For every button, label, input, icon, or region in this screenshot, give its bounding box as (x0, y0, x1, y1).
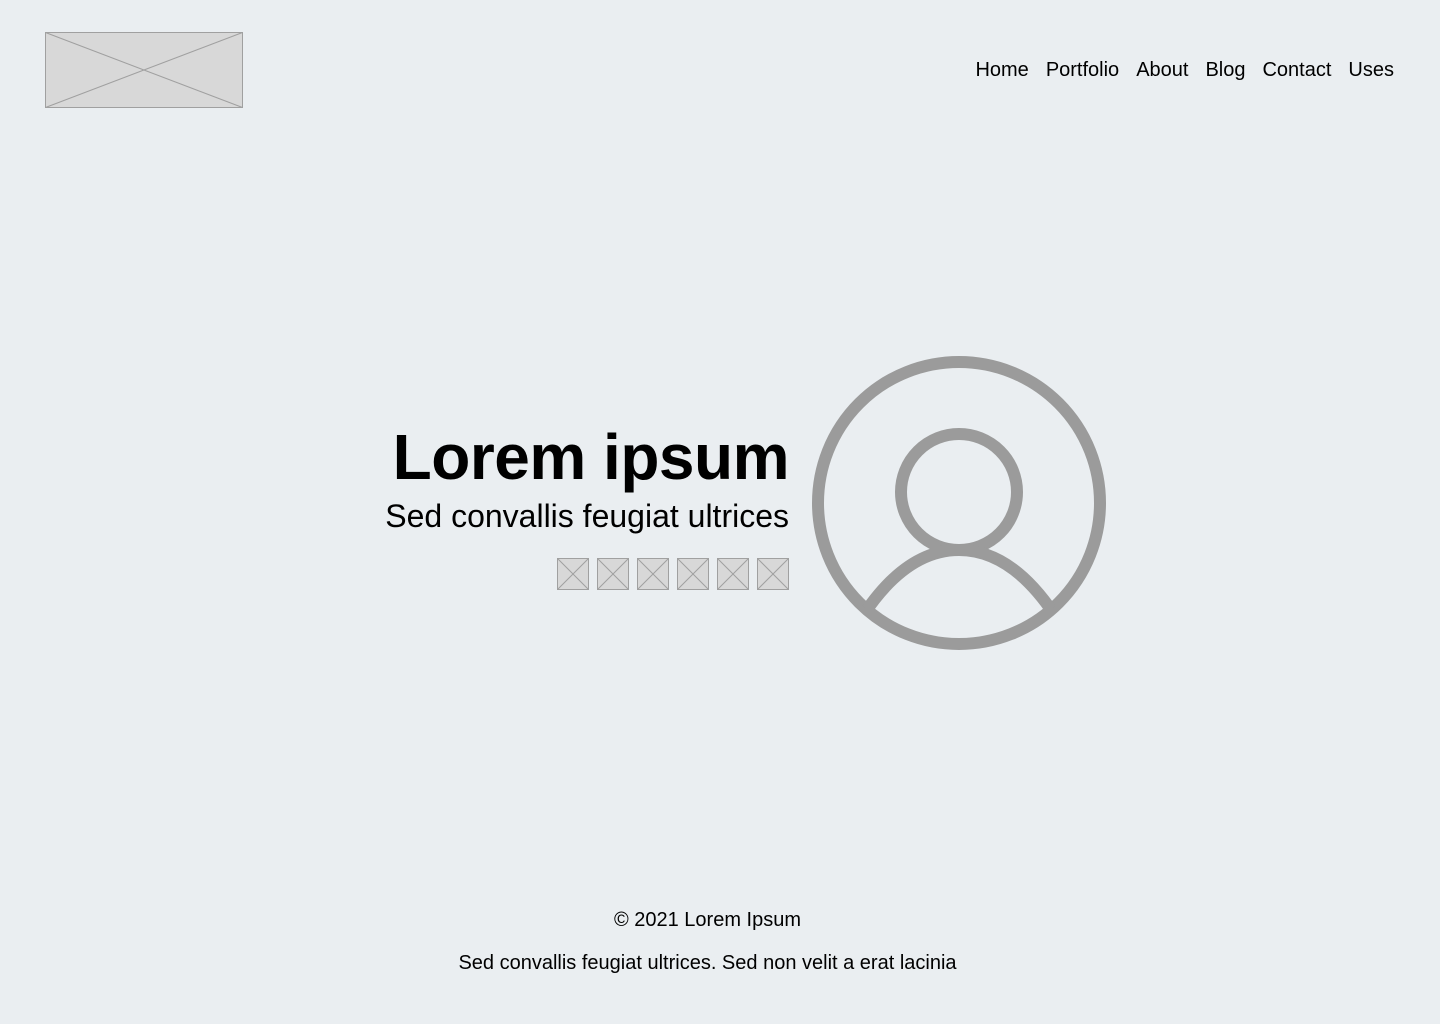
nav-contact-link[interactable]: Contact (1262, 57, 1331, 83)
user-avatar-icon (812, 356, 1106, 650)
footer-copyright: © 2021 Lorem Ipsum (613, 909, 802, 931)
image-placeholder-icon (757, 558, 789, 590)
profile-avatar (812, 356, 1106, 650)
social-link-5[interactable] (717, 558, 749, 590)
nav-portfolio-link[interactable]: Portfolio (1046, 57, 1119, 83)
image-placeholder-icon (557, 558, 589, 590)
social-link-6[interactable] (757, 558, 789, 590)
social-link-4[interactable] (677, 558, 709, 590)
image-placeholder-icon (717, 558, 749, 590)
footer: © 2021 Lorem Ipsum Sed convallis feugiat… (0, 906, 1415, 977)
social-link-3[interactable] (637, 558, 669, 590)
nav-home-link[interactable]: Home (975, 57, 1028, 83)
logo-placeholder[interactable] (45, 32, 243, 108)
social-links (189, 558, 789, 590)
footer-tagline: Sed convallis feugiat ultrices. Sed non … (458, 952, 957, 974)
hero-subtitle: Sed convallis feugiat ultrices (385, 498, 789, 534)
hero-title: Lorem ipsum (392, 421, 790, 493)
hero-section: Lorem ipsum Sed convallis feugiat ultric… (189, 420, 790, 590)
image-placeholder-icon (597, 558, 629, 590)
social-link-1[interactable] (557, 558, 589, 590)
nav-uses-link[interactable]: Uses (1348, 57, 1394, 83)
social-link-2[interactable] (597, 558, 629, 590)
image-placeholder-icon (45, 32, 243, 108)
nav-about-link[interactable]: About (1136, 57, 1188, 83)
image-placeholder-icon (637, 558, 669, 590)
nav-blog-link[interactable]: Blog (1205, 57, 1245, 83)
image-placeholder-icon (677, 558, 709, 590)
main-nav: Home Portfolio About Blog Contact Uses (975, 57, 1394, 83)
